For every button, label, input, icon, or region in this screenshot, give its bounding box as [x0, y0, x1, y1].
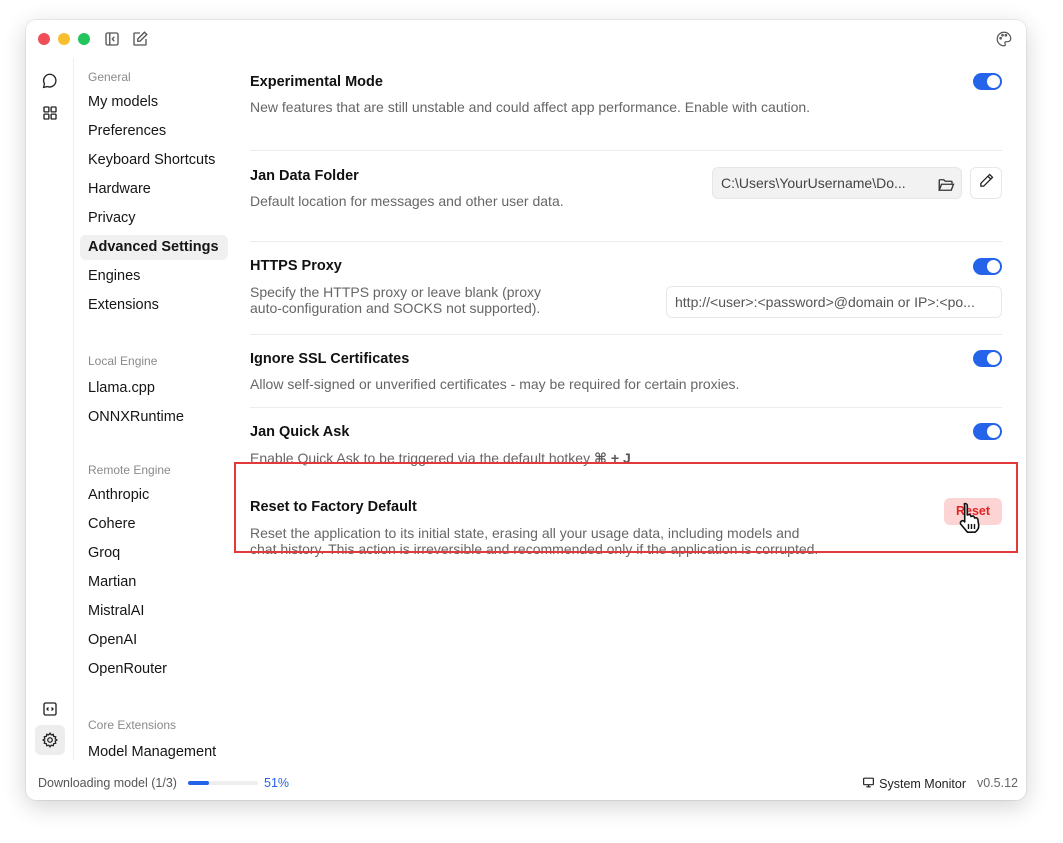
download-progress-fill [188, 781, 209, 785]
experimental-mode-toggle[interactable] [973, 73, 1002, 90]
nav-item-groq[interactable]: Groq [80, 541, 228, 566]
palette-icon[interactable] [995, 30, 1013, 48]
setting-https-proxy: HTTPS Proxy Specify the HTTPS proxy or l… [250, 242, 1002, 334]
nav-item-cohere[interactable]: Cohere [80, 512, 228, 537]
setting-experimental-mode: Experimental Mode New features that are … [250, 58, 1002, 150]
download-progress-bar [188, 781, 258, 785]
toggle-knob [987, 75, 1000, 88]
nav-item-preferences[interactable]: Preferences [80, 119, 228, 144]
nav-item-llama-cpp[interactable]: Llama.cpp [80, 376, 228, 401]
nav-item-mistralai[interactable]: MistralAI [80, 599, 228, 624]
hub-grid-icon[interactable] [35, 98, 65, 128]
toggle-knob [987, 425, 1000, 438]
setting-title: Ignore SSL Certificates [250, 351, 410, 367]
https-proxy-toggle[interactable] [973, 258, 1002, 275]
system-monitor-button[interactable]: System Monitor [862, 776, 966, 792]
chat-icon[interactable] [35, 66, 65, 96]
advanced-settings-panel: Experimental Mode New features that are … [250, 58, 1002, 760]
download-percent: 51% [264, 776, 290, 790]
nav-item-extensions[interactable]: Extensions [80, 293, 228, 318]
nav-item-anthropic[interactable]: Anthropic [80, 483, 228, 508]
setting-ignore-ssl: Ignore SSL Certificates Allow self-signe… [250, 335, 1002, 407]
setting-jan-data-folder: Jan Data Folder Default location for mes… [250, 151, 1002, 241]
nav-group-title-core-extensions: Core Extensions [88, 718, 177, 732]
setting-title: HTTPS Proxy [250, 258, 342, 274]
setting-title: Jan Data Folder [250, 168, 359, 184]
nav-item-my-models[interactable]: My models [80, 90, 228, 115]
setting-description-line-1: Specify the HTTPS proxy or leave blank (… [250, 284, 542, 300]
nav-item-engines[interactable]: Engines [80, 264, 228, 289]
ignore-ssl-toggle[interactable] [973, 350, 1002, 367]
setting-description: Default location for messages and other … [250, 193, 564, 209]
app-version: v0.5.12 [976, 776, 1018, 790]
nav-item-openai[interactable]: OpenAI [80, 628, 228, 653]
https-proxy-input[interactable]: http://<user>:<password>@domain or IP>:<… [666, 286, 1002, 318]
setting-description-line-2: auto-configuration and SOCKS not support… [250, 300, 541, 316]
data-folder-path-value: C:\Users\YourUsername\Do... [721, 175, 906, 191]
nav-item-onnxruntime[interactable]: ONNXRuntime [80, 405, 228, 430]
titlebar [26, 20, 1026, 58]
nav-item-openrouter[interactable]: OpenRouter [80, 657, 228, 682]
reset-row-highlight [234, 462, 1018, 553]
folder-open-icon[interactable] [937, 174, 955, 192]
toggle-knob [987, 260, 1000, 273]
monitor-icon [862, 776, 875, 792]
nav-group-title-general: General [88, 70, 131, 84]
minimize-window-button[interactable] [58, 33, 70, 45]
download-status-label[interactable]: Downloading model (1/3) [38, 776, 177, 790]
setting-description: New features that are still unstable and… [250, 99, 811, 115]
setting-title: Jan Quick Ask [250, 424, 350, 440]
nav-item-keyboard-shortcuts[interactable]: Keyboard Shortcuts [80, 148, 228, 173]
close-window-button[interactable] [38, 33, 50, 45]
icon-rail [26, 58, 74, 760]
nav-item-martian[interactable]: Martian [80, 570, 228, 595]
nav-item-advanced-settings[interactable]: Advanced Settings [80, 235, 228, 260]
system-monitor-label: System Monitor [879, 777, 966, 791]
api-server-icon[interactable] [35, 694, 65, 724]
status-bar: Downloading model (1/3) 51% System Monit… [26, 760, 1026, 800]
new-chat-icon[interactable] [131, 30, 149, 48]
app-window: General My models Preferences Keyboard S… [26, 20, 1026, 800]
nav-group-title-remote-engine: Remote Engine [88, 463, 171, 477]
settings-nav: General My models Preferences Keyboard S… [74, 58, 234, 760]
sidebar-collapse-icon[interactable] [103, 30, 121, 48]
setting-description: Allow self-signed or unverified certific… [250, 376, 740, 392]
pencil-icon [978, 172, 995, 194]
quick-ask-toggle[interactable] [973, 423, 1002, 440]
nav-group-title-local-engine: Local Engine [88, 354, 158, 368]
nav-item-privacy[interactable]: Privacy [80, 206, 228, 231]
nav-item-hardware[interactable]: Hardware [80, 177, 228, 202]
data-folder-path-field[interactable]: C:\Users\YourUsername\Do... [712, 167, 962, 199]
toggle-knob [987, 352, 1000, 365]
maximize-window-button[interactable] [78, 33, 90, 45]
setting-title: Experimental Mode [250, 74, 383, 90]
hand-pointer-cursor-icon [959, 502, 980, 533]
edit-data-folder-button[interactable] [970, 167, 1002, 199]
settings-icon[interactable] [35, 725, 65, 755]
